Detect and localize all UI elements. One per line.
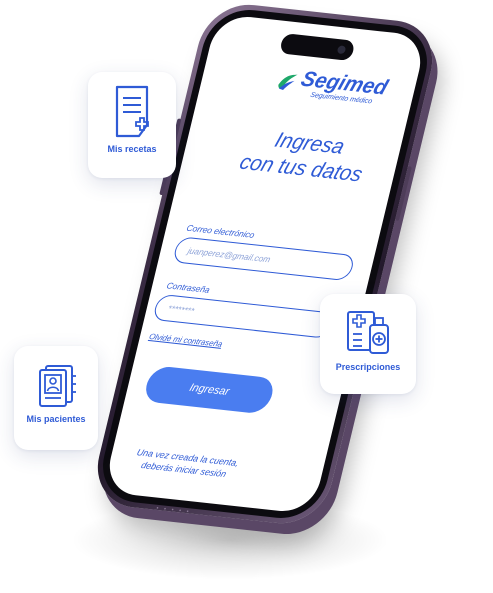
card-mis-recetas[interactable]: Mis recetas xyxy=(88,72,176,178)
prescription-document-icon xyxy=(115,85,149,138)
page-title: Ingresa con tus datos xyxy=(201,121,410,192)
email-field[interactable]: juanperez@gmail.com xyxy=(171,236,357,282)
brand-logo: Segimed Seguimiento médico xyxy=(271,66,391,107)
account-note: Una vez creada la cuenta, deberás inicia… xyxy=(103,442,280,485)
login-button[interactable]: Ingresar xyxy=(141,365,278,415)
password-label: Contraseña xyxy=(165,280,212,295)
forgot-password-link[interactable]: Olvidé mi contraseña xyxy=(148,332,224,349)
card-label-mis-recetas: Mis recetas xyxy=(107,144,157,154)
medication-list-icon xyxy=(347,311,389,354)
patient-records-icon xyxy=(39,365,76,407)
card-mis-pacientes[interactable]: Mis pacientes xyxy=(14,346,98,450)
password-field[interactable]: ******** xyxy=(151,293,337,339)
card-prescripciones[interactable]: Prescripciones xyxy=(320,294,416,394)
card-label-prescripciones: Prescripciones xyxy=(335,362,401,372)
card-label-mis-pacientes: Mis pacientes xyxy=(26,414,86,424)
